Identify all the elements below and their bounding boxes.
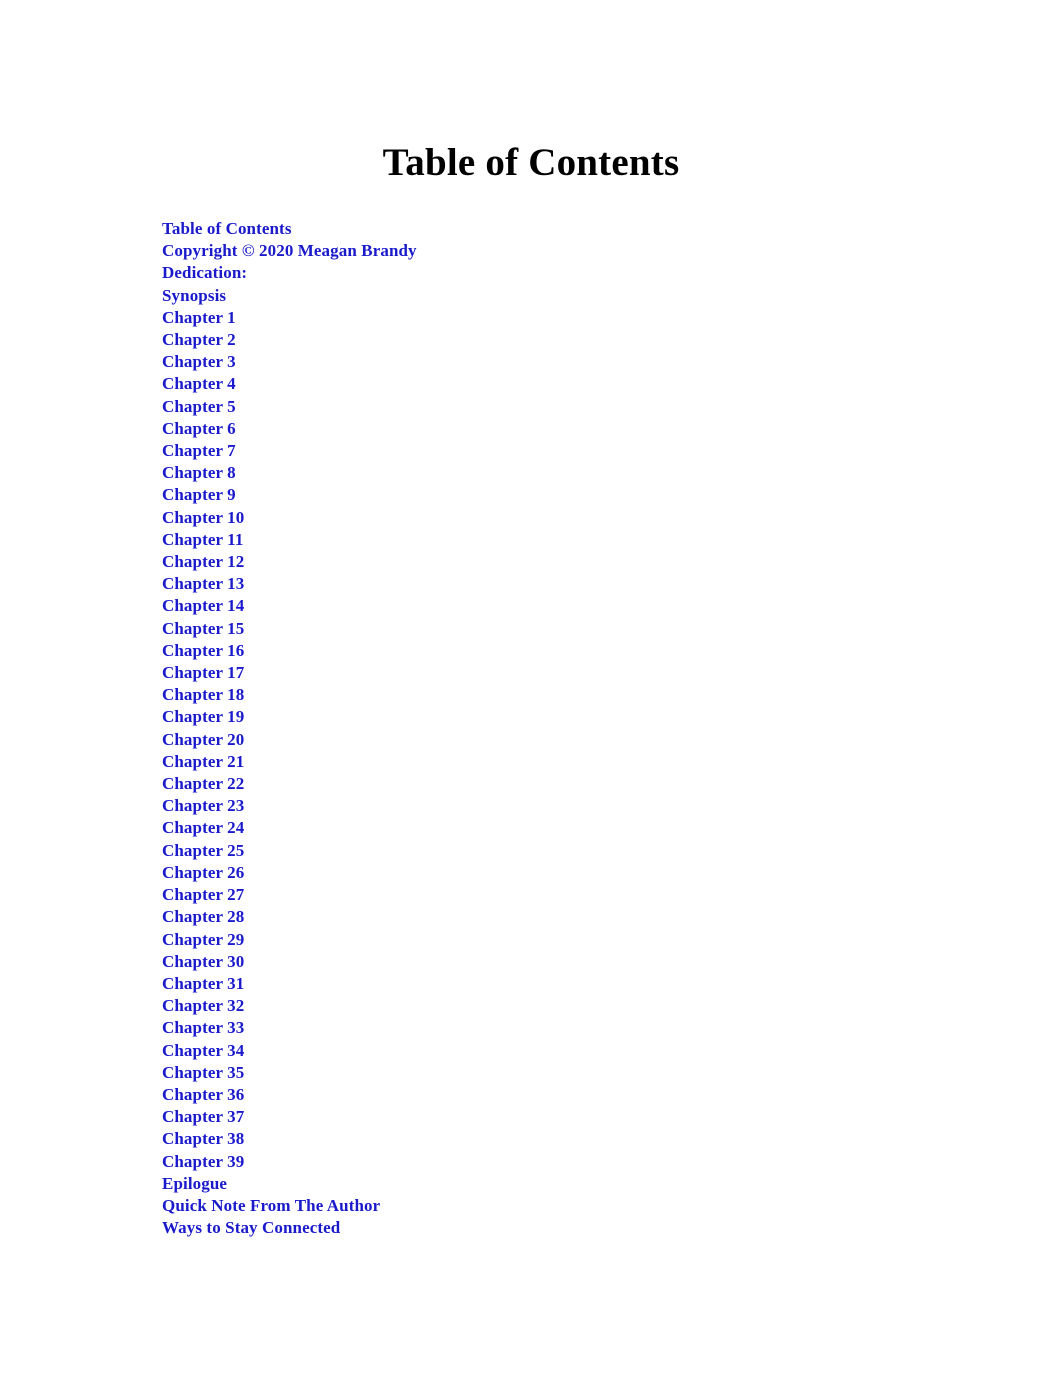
toc-entry-link[interactable]: Chapter 32: [162, 995, 862, 1017]
toc-entry-link[interactable]: Chapter 9: [162, 484, 862, 506]
toc-entry-link[interactable]: Chapter 33: [162, 1017, 862, 1039]
toc-entry-link[interactable]: Ways to Stay Connected: [162, 1217, 862, 1239]
toc-entry-link[interactable]: Chapter 28: [162, 906, 862, 928]
toc-entry-link[interactable]: Chapter 20: [162, 729, 862, 751]
toc-entry-link[interactable]: Chapter 29: [162, 929, 862, 951]
toc-entry-link[interactable]: Chapter 24: [162, 817, 862, 839]
toc-entry-link[interactable]: Chapter 7: [162, 440, 862, 462]
toc-entry-link[interactable]: Chapter 3: [162, 351, 862, 373]
toc-entry-link[interactable]: Chapter 17: [162, 662, 862, 684]
toc-entry-link[interactable]: Chapter 21: [162, 751, 862, 773]
toc-entry-link[interactable]: Chapter 27: [162, 884, 862, 906]
toc-entry-link[interactable]: Chapter 18: [162, 684, 862, 706]
toc-entry-link[interactable]: Chapter 6: [162, 418, 862, 440]
toc-entry-link[interactable]: Chapter 31: [162, 973, 862, 995]
toc-entry-link[interactable]: Chapter 16: [162, 640, 862, 662]
toc-entry-link[interactable]: Chapter 22: [162, 773, 862, 795]
page-title: Table of Contents: [382, 141, 680, 184]
toc-entry-link[interactable]: Chapter 4: [162, 373, 862, 395]
toc-entry-link[interactable]: Chapter 8: [162, 462, 862, 484]
toc-entry-link[interactable]: Chapter 10: [162, 507, 862, 529]
toc-entry-link[interactable]: Chapter 38: [162, 1128, 862, 1150]
toc-entry-link[interactable]: Quick Note From The Author: [162, 1195, 862, 1217]
toc-entry-link[interactable]: Chapter 13: [162, 573, 862, 595]
toc-entry-link[interactable]: Chapter 34: [162, 1040, 862, 1062]
toc-entry-link[interactable]: Chapter 35: [162, 1062, 862, 1084]
toc-entry-link[interactable]: Chapter 12: [162, 551, 862, 573]
toc-entry-link[interactable]: Chapter 11: [162, 529, 862, 551]
toc-entry-link[interactable]: Chapter 23: [162, 795, 862, 817]
toc-entry-link[interactable]: Chapter 19: [162, 706, 862, 728]
toc-entry-link[interactable]: Synopsis: [162, 285, 862, 307]
toc-entry-link[interactable]: Chapter 36: [162, 1084, 862, 1106]
toc-entry-link[interactable]: Chapter 2: [162, 329, 862, 351]
toc-entry-link[interactable]: Chapter 14: [162, 595, 862, 617]
toc-entry-link[interactable]: Chapter 37: [162, 1106, 862, 1128]
document-page: Table of Contents Table of Contents Copyr…: [0, 0, 1062, 1377]
toc-entry-link[interactable]: Table of Contents: [162, 218, 862, 240]
table-of-contents-list: Table of Contents Copyright © 2020 Meagan…: [162, 218, 862, 1239]
toc-entry-link[interactable]: Chapter 5: [162, 396, 862, 418]
toc-entry-link[interactable]: Chapter 25: [162, 840, 862, 862]
toc-entry-link[interactable]: Copyright © 2020 Meagan Brandy: [162, 240, 862, 262]
toc-entry-link[interactable]: Chapter 30: [162, 951, 862, 973]
toc-entry-link[interactable]: Chapter 15: [162, 618, 862, 640]
toc-entry-link[interactable]: Chapter 39: [162, 1151, 862, 1173]
toc-entry-link[interactable]: Chapter 1: [162, 307, 862, 329]
toc-entry-link[interactable]: Dedication:: [162, 262, 862, 284]
toc-entry-link[interactable]: Chapter 26: [162, 862, 862, 884]
toc-entry-link[interactable]: Epilogue: [162, 1173, 862, 1195]
